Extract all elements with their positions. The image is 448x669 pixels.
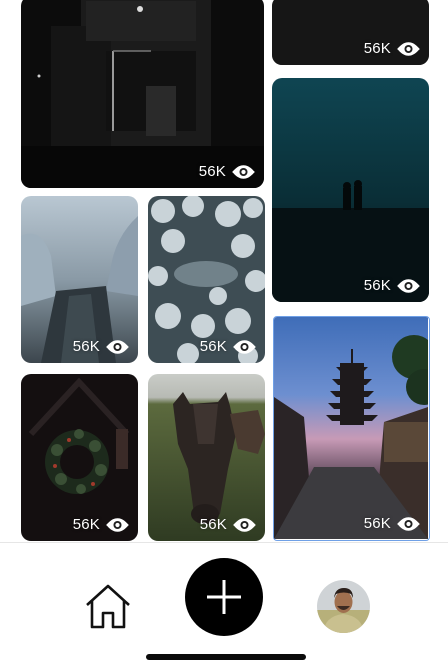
pagoda-street-image [274,317,428,539]
card-dark-top[interactable]: 56K [272,0,429,65]
card-snowy-forest[interactable]: 56K [148,196,265,363]
view-count: 56K [73,516,130,533]
card-night-building[interactable]: 56K [21,0,264,188]
view-count: 56K [199,163,256,180]
view-count: 56K [364,277,421,294]
add-post-button[interactable] [185,558,263,636]
view-count: 56K [364,515,421,532]
view-count: 56K [200,516,257,533]
eye-icon [231,164,256,180]
eye-icon [396,278,421,294]
card-wreath[interactable]: 56K [21,374,138,541]
home-icon [86,584,130,629]
home-button[interactable] [84,583,132,631]
view-count-label: 56K [72,338,100,355]
view-count-label: 56K [363,515,391,532]
view-count-label: 56K [72,516,100,533]
view-count: 56K [364,40,421,57]
view-count: 56K [200,338,257,355]
view-count: 56K [73,338,130,355]
eye-icon [396,516,421,532]
plus-icon [207,580,241,614]
eye-icon [105,517,130,533]
view-count-label: 56K [363,40,391,57]
card-frosty-river[interactable]: 56K [21,196,138,363]
profile-avatar-button[interactable] [317,580,370,633]
eye-icon [105,339,130,355]
view-count-label: 56K [199,338,227,355]
eye-icon [232,517,257,533]
view-count-label: 56K [363,277,391,294]
card-teal-silhouette[interactable]: 56K [272,78,429,302]
night-building-image [21,0,264,188]
card-pagoda-street[interactable]: 56K [273,316,430,541]
card-horses[interactable]: 56K [148,374,265,541]
view-count-label: 56K [198,163,226,180]
eye-icon [232,339,257,355]
avatar [317,580,370,633]
home-indicator [146,654,306,660]
bottom-tab-bar [0,542,448,669]
feed-screen: 56K 56K 56K 56K 56K 56K 56K 56K [0,0,448,669]
teal-dusk-image [272,78,429,302]
eye-icon [396,41,421,57]
view-count-label: 56K [199,516,227,533]
